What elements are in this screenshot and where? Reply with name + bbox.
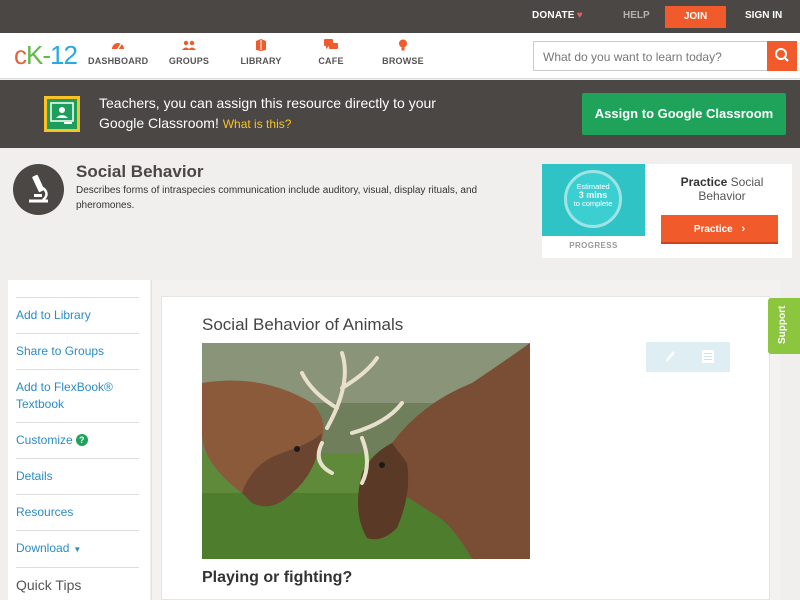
sidebar-item-customize[interactable]: Customize? xyxy=(16,422,139,458)
support-tab[interactable]: Support xyxy=(768,298,800,354)
quick-tips[interactable]: Quick Tips xyxy=(16,567,139,600)
support-label: Support xyxy=(777,305,788,344)
notes-icon[interactable] xyxy=(701,349,715,364)
join-button[interactable]: JOIN xyxy=(665,6,726,28)
customize-label: Customize xyxy=(16,433,73,447)
sidebar-item-share-to-groups[interactable]: Share to Groups xyxy=(16,333,139,369)
practice-button-label: Practice xyxy=(693,224,733,235)
pencil-icon[interactable] xyxy=(663,349,677,364)
donate-label: DONATE xyxy=(532,10,575,21)
progress-label: PROGRESS xyxy=(569,241,618,250)
logo-c: c xyxy=(14,40,27,70)
annotation-toolbar xyxy=(646,342,730,372)
nav-dashboard[interactable]: DASHBOARD xyxy=(88,39,148,66)
article-title: Social Behavior of Animals xyxy=(202,315,404,334)
progress-graphic: Estimated 3 mins to complete xyxy=(542,164,645,236)
search-input[interactable]: What do you want to learn today? xyxy=(533,41,797,71)
heart-icon: ♥ xyxy=(576,10,583,21)
search-icon xyxy=(775,48,789,62)
sidebar: Add to Library Share to Groups Add to Fl… xyxy=(16,297,139,600)
nav-groups[interactable]: GROUPS xyxy=(166,39,212,66)
elk-photo xyxy=(202,343,530,559)
sidebar-item-resources[interactable]: Resources xyxy=(16,494,139,530)
dashboard-icon xyxy=(112,43,124,50)
browse-icon xyxy=(399,39,407,51)
caret-down-icon: ▼ xyxy=(73,545,82,554)
google-classroom-icon xyxy=(44,96,80,132)
help-link[interactable]: HELP xyxy=(623,10,650,21)
nav-library[interactable]: LIBRARY xyxy=(238,39,284,66)
article-subheading: Playing or fighting? xyxy=(202,569,353,586)
estimated-suffix: to complete xyxy=(573,199,613,208)
logo-dash: - xyxy=(42,40,51,70)
main-nav: cK-12 DASHBOARD GROUPS LIBRARY CAFE BROW… xyxy=(0,33,800,79)
practice-title-bold: Practice xyxy=(680,175,728,189)
nav-library-label: LIBRARY xyxy=(240,56,282,66)
top-utility-bar: DONATE ♥ HELP JOIN SIGN IN xyxy=(0,0,800,33)
practice-title: Practice Social Behavior xyxy=(659,175,785,203)
nav-browse[interactable]: BROWSE xyxy=(380,39,426,66)
chevron-right-icon: › xyxy=(741,223,746,235)
nav-cafe[interactable]: CAFE xyxy=(312,39,350,66)
library-icon xyxy=(256,39,266,51)
practice-button[interactable]: Practice › xyxy=(661,215,778,244)
donate-link[interactable]: DONATE ♥ xyxy=(532,10,583,21)
estimated-time: Estimated 3 mins to complete xyxy=(564,183,622,208)
practice-card: Estimated 3 mins to complete PROGRESS Pr… xyxy=(542,164,792,258)
cafe-icon xyxy=(324,39,338,49)
sign-in-link[interactable]: SIGN IN xyxy=(745,10,782,21)
microscope-icon xyxy=(13,164,64,215)
groups-icon xyxy=(182,40,196,50)
sidebar-item-add-to-library[interactable]: Add to Library xyxy=(16,297,139,333)
help-icon[interactable]: ? xyxy=(75,434,88,446)
banner-message: Teachers, you can assign this resource d… xyxy=(99,93,459,134)
nav-dashboard-label: DASHBOARD xyxy=(88,56,149,66)
search-button[interactable] xyxy=(767,41,797,71)
download-label: Download xyxy=(16,541,70,555)
sidebar-item-details[interactable]: Details xyxy=(16,458,139,494)
google-classroom-banner: Teachers, you can assign this resource d… xyxy=(0,80,800,148)
logo-k: K xyxy=(26,40,43,70)
ck12-logo[interactable]: cK-12 xyxy=(14,40,78,70)
search-placeholder: What do you want to learn today? xyxy=(543,50,722,64)
assign-google-classroom-button[interactable]: Assign to Google Classroom xyxy=(582,93,786,135)
sidebar-item-download[interactable]: Download ▼ xyxy=(16,530,139,567)
concept-title: Social Behavior xyxy=(76,162,204,181)
what-is-this-link[interactable]: What is this? xyxy=(223,117,292,131)
nav-cafe-label: CAFE xyxy=(318,56,344,66)
sidebar-item-add-to-flexbook[interactable]: Add to FlexBook® Textbook xyxy=(16,369,139,422)
logo-12: 12 xyxy=(50,40,78,70)
concept-description: Describes forms of intraspecies communic… xyxy=(76,185,478,211)
nav-groups-label: GROUPS xyxy=(168,56,210,66)
nav-browse-label: BROWSE xyxy=(382,56,424,66)
